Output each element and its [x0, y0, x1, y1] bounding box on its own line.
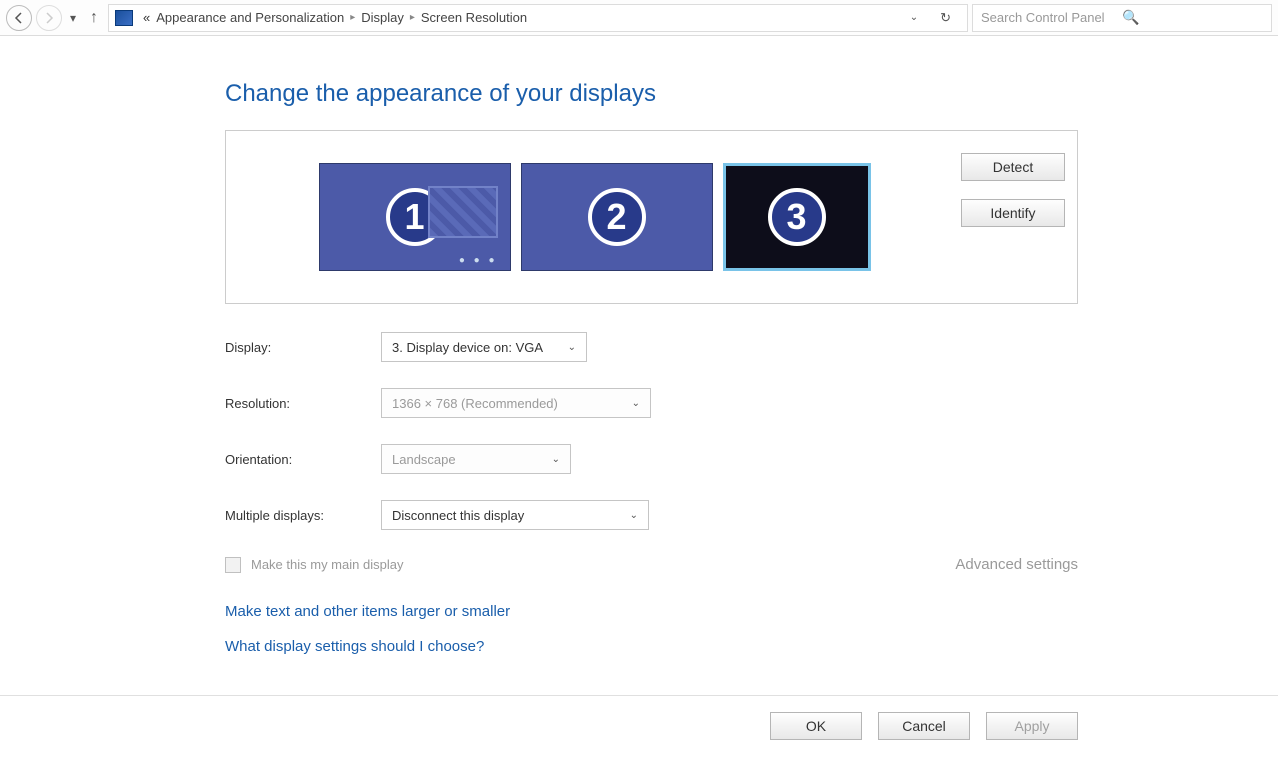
chevron-down-icon: ⌄ — [568, 342, 576, 353]
ok-button[interactable]: OK — [770, 712, 862, 740]
address-dropdown-icon[interactable]: ⌄ — [904, 12, 924, 23]
resolution-value: 1366 × 768 (Recommended) — [392, 396, 558, 411]
breadcrumb-item[interactable]: Display — [361, 10, 404, 25]
monitor-layout[interactable]: 1 ● ● ● 2 3 — [238, 163, 951, 271]
cancel-button[interactable]: Cancel — [878, 712, 970, 740]
monitor-1[interactable]: 1 ● ● ● — [319, 163, 511, 271]
breadcrumb-item[interactable]: Appearance and Personalization — [156, 10, 344, 25]
main-content: Change the appearance of your displays 1… — [0, 36, 1278, 655]
multiple-displays-label: Multiple displays: — [225, 508, 381, 523]
advanced-settings-link[interactable]: Advanced settings — [955, 556, 1078, 573]
toolbar: ▾ ↑ « Appearance and Personalization ▸ D… — [0, 0, 1278, 36]
chevron-right-icon: ▸ — [350, 12, 355, 23]
text-size-link[interactable]: Make text and other items larger or smal… — [225, 603, 1078, 620]
search-input[interactable]: Search Control Panel 🔍 — [972, 4, 1272, 32]
search-placeholder: Search Control Panel — [981, 10, 1122, 25]
monitor-number: 2 — [588, 188, 646, 246]
multiple-displays-select[interactable]: Disconnect this display ⌄ — [381, 500, 649, 530]
resolution-select: 1366 × 768 (Recommended) ⌄ — [381, 388, 651, 418]
identify-button[interactable]: Identify — [961, 199, 1065, 227]
orientation-value: Landscape — [392, 452, 456, 467]
refresh-icon[interactable]: ↻ — [930, 10, 961, 26]
monitor-3[interactable]: 3 — [723, 163, 871, 271]
display-value: 3. Display device on: VGA — [392, 340, 543, 355]
display-preview-area: 1 ● ● ● 2 3 Detect Identify — [225, 130, 1078, 304]
main-display-checkbox — [225, 557, 241, 573]
monitor-number: 3 — [768, 188, 826, 246]
detect-button[interactable]: Detect — [961, 153, 1065, 181]
orientation-label: Orientation: — [225, 452, 381, 467]
breadcrumb-prefix: « — [143, 10, 150, 25]
multiple-displays-value: Disconnect this display — [392, 508, 524, 523]
up-button[interactable]: ↑ — [84, 9, 104, 27]
breadcrumb-item[interactable]: Screen Resolution — [421, 10, 527, 25]
orientation-select: Landscape ⌄ — [381, 444, 571, 474]
back-button[interactable] — [6, 5, 32, 31]
chevron-down-icon: ⌄ — [630, 510, 638, 521]
dialog-footer: OK Cancel Apply — [0, 695, 1278, 740]
page-title: Change the appearance of your displays — [225, 80, 1078, 108]
search-icon[interactable]: 🔍 — [1122, 9, 1263, 26]
resolution-label: Resolution: — [225, 396, 381, 411]
main-display-label: Make this my main display — [251, 557, 403, 572]
control-panel-icon — [115, 10, 133, 26]
apply-button: Apply — [986, 712, 1078, 740]
forward-button[interactable] — [36, 5, 62, 31]
recent-dropdown-icon[interactable]: ▾ — [66, 11, 80, 25]
display-select[interactable]: 3. Display device on: VGA ⌄ — [381, 332, 587, 362]
taskbar-dots-icon: ● ● ● — [459, 255, 498, 266]
monitor-2[interactable]: 2 — [521, 163, 713, 271]
monitor-window-icon — [428, 186, 498, 238]
address-bar[interactable]: « Appearance and Personalization ▸ Displ… — [108, 4, 968, 32]
display-help-link[interactable]: What display settings should I choose? — [225, 638, 1078, 655]
chevron-down-icon: ⌄ — [632, 398, 640, 409]
chevron-right-icon: ▸ — [410, 12, 415, 23]
chevron-down-icon: ⌄ — [552, 454, 560, 465]
display-label: Display: — [225, 340, 381, 355]
